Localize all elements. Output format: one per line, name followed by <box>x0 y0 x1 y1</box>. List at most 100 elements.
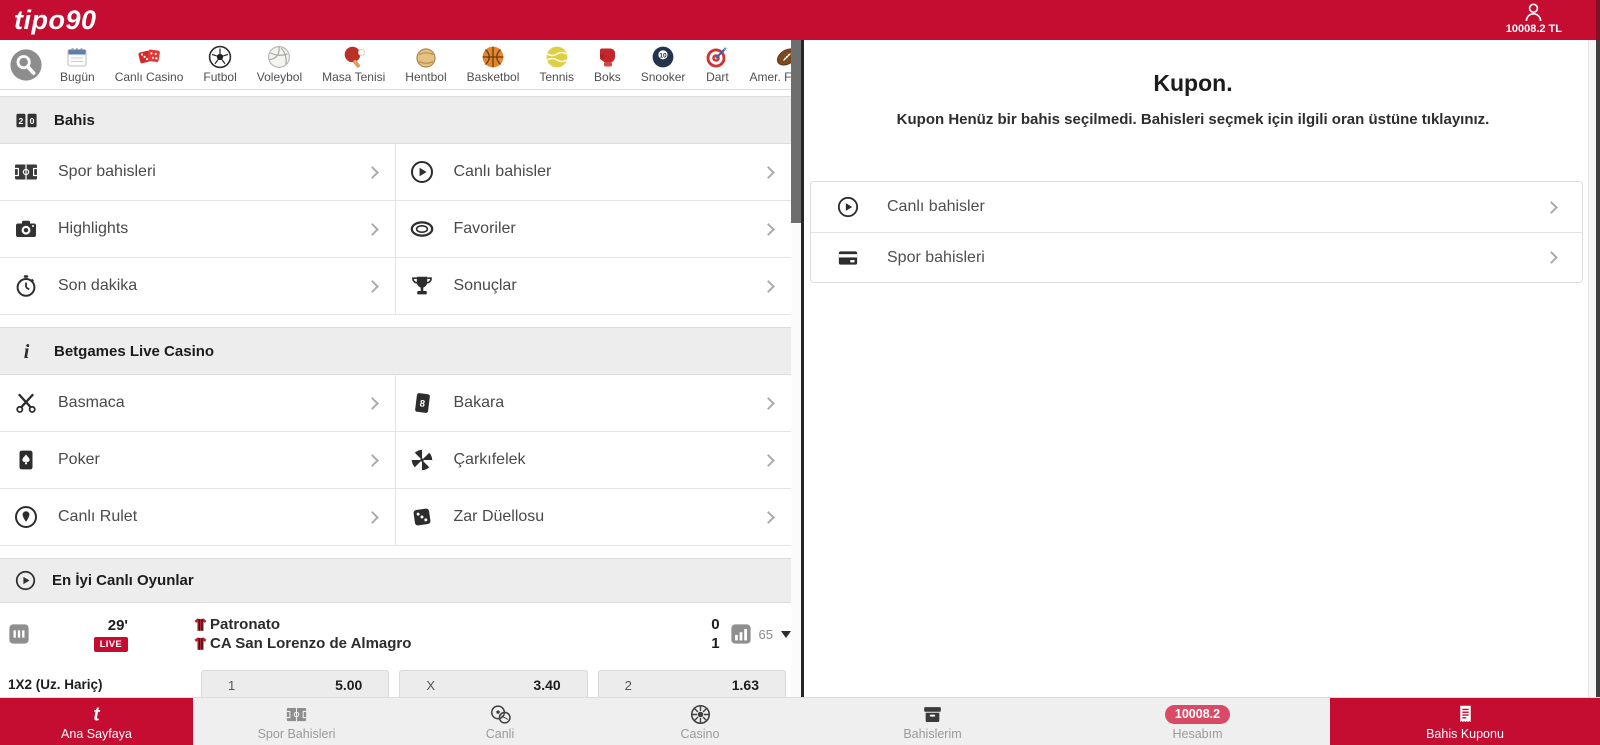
away-jersey-icon <box>194 636 207 651</box>
nav-casino[interactable]: Casino <box>600 698 800 745</box>
odd-button-1[interactable]: 15.00 <box>201 670 389 700</box>
menu-sections: 20BahisSpor bahisleriCanlı bahislerHighl… <box>0 96 791 558</box>
menu-item-highlights[interactable]: Highlights <box>0 201 396 258</box>
boxing-icon <box>595 45 619 69</box>
coupon-links-card: Canlı bahislerSpor bahisleri <box>810 181 1583 283</box>
left-scrollbar-thumb[interactable] <box>791 40 801 223</box>
sport-hentbol[interactable]: Hentbol <box>395 45 456 84</box>
chevron-right-icon <box>762 280 775 293</box>
coupon-empty-message: Kupon Henüz bir bahis seçilmedi. Bahisle… <box>810 111 1576 128</box>
cardticket-icon <box>837 247 859 269</box>
stopwatch-icon <box>14 274 38 298</box>
scissors-icon <box>14 391 38 415</box>
match-minute: 29' <box>30 617 128 634</box>
away-score: 1 <box>680 634 720 653</box>
soccer-icon <box>208 45 232 69</box>
menu-item-ark-felek[interactable]: Çarkıfelek <box>396 432 792 489</box>
menu-item-canl-bahisler[interactable]: Canlı bahisler <box>396 144 792 201</box>
chevron-right-icon <box>1545 201 1558 214</box>
top-header: tipo90 10008.2 TL <box>0 0 1600 40</box>
cardspade-icon <box>14 448 38 472</box>
roulette-icon <box>14 505 38 529</box>
away-team-name: CA San Lorenzo de Almagro <box>210 635 411 652</box>
chevron-right-icon <box>366 511 379 524</box>
sports-bar: BugünCanlı CasinoFutbolVoleybolMasa Teni… <box>0 40 801 90</box>
chevron-right-icon <box>366 166 379 179</box>
live-games-title: En İyi Canlı Oyunlar <box>52 572 194 589</box>
odd-button-2[interactable]: 21.63 <box>598 670 786 700</box>
tlogo-icon: t <box>86 704 107 725</box>
receipt-icon <box>1455 704 1476 725</box>
sport-tennis[interactable]: Tennis <box>529 45 584 84</box>
camera-icon <box>14 217 38 241</box>
account-button[interactable]: 10008.2 TL <box>1506 1 1562 35</box>
odd-button-x[interactable]: X3.40 <box>399 670 587 700</box>
chevron-right-icon <box>366 454 379 467</box>
wheel-icon <box>410 448 434 472</box>
chevron-right-icon <box>762 397 775 410</box>
menu-item-bakara[interactable]: 8Bakara <box>396 375 792 432</box>
match-time: 29' LIVE <box>30 617 130 652</box>
stats-icon[interactable] <box>730 623 752 645</box>
info-icon: i <box>15 340 38 363</box>
match-row[interactable]: 29' LIVE Patronato CA San Lorenzo de Alm… <box>0 603 791 665</box>
search-icon[interactable] <box>9 48 43 82</box>
menu-item-poker[interactable]: Poker <box>0 432 396 489</box>
home-jersey-icon <box>194 617 207 632</box>
casinowheel-icon <box>690 704 711 725</box>
menu-item-son-dakika[interactable]: Son dakika <box>0 258 396 315</box>
coupon-link-spor-bahisleri[interactable]: Spor bahisleri <box>811 232 1582 282</box>
nav-hesab-m[interactable]: 10008.2Hesabım <box>1065 698 1330 745</box>
play-icon <box>410 160 434 184</box>
user-icon <box>1522 1 1545 24</box>
sport-canl-casino[interactable]: Canlı Casino <box>105 45 194 84</box>
sport-futbol[interactable]: Futbol <box>193 45 246 84</box>
chevron-right-icon <box>366 223 379 236</box>
chevron-right-icon <box>366 397 379 410</box>
handball-icon <box>414 45 438 69</box>
svg-text:10: 10 <box>659 52 667 59</box>
coupon-title: Kupon. <box>810 70 1576 97</box>
market-label: 1X2 (Uz. Hariç) <box>8 670 201 700</box>
sport-bug-n[interactable]: Bugün <box>50 45 105 84</box>
coupon-link-canl-bahisler[interactable]: Canlı bahisler <box>811 182 1582 232</box>
menu-item-canl-rulet[interactable]: Canlı Rulet <box>0 489 396 546</box>
home-score: 0 <box>680 615 720 634</box>
trophy-icon <box>410 274 434 298</box>
caret-down-icon[interactable] <box>781 631 791 643</box>
balls-icon <box>490 704 511 725</box>
nav-bahislerim[interactable]: Bahislerim <box>800 698 1065 745</box>
archive-icon <box>922 704 943 725</box>
nav-bahis-kuponu[interactable]: Bahis Kuponu <box>1330 698 1600 745</box>
nav-spor-bahisleri[interactable]: Spor Bahisleri <box>193 698 400 745</box>
section-header-live-games: En İyi Canlı Oyunlar <box>0 558 791 603</box>
menu-item-favoriler[interactable]: Favoriler <box>396 201 792 258</box>
section-header-bahis: 20Bahis <box>0 96 791 144</box>
balance-badge: 10008.2 <box>1165 705 1230 724</box>
pitchgray-icon <box>286 704 307 725</box>
section-header-betgames: iBetgames Live Casino <box>0 327 791 375</box>
play-circle-icon <box>15 570 36 591</box>
home-team-name: Patronato <box>210 616 280 633</box>
nav-canli[interactable]: Canli <box>400 698 600 745</box>
match-teams: Patronato CA San Lorenzo de Almagro <box>194 615 680 653</box>
menu-item-zar-d-ellosu[interactable]: Zar Düellosu <box>396 489 792 546</box>
sport-snooker[interactable]: 10Snooker <box>631 45 696 84</box>
sport-dart[interactable]: Dart <box>695 45 739 84</box>
chevron-right-icon <box>762 511 775 524</box>
nav-ana-sayfaya[interactable]: tAna Sayfaya <box>0 698 193 745</box>
sport-masa-tenisi[interactable]: Masa Tenisi <box>312 45 395 84</box>
menu-item-sonu-lar[interactable]: Sonuçlar <box>396 258 792 315</box>
match-score: 0 1 <box>680 615 720 653</box>
menu-item-basmaca[interactable]: Basmaca <box>0 375 396 432</box>
menu-item-spor-bahisleri[interactable]: Spor bahisleri <box>0 144 396 201</box>
card8-icon: 8 <box>410 391 434 415</box>
sport-voleybol[interactable]: Voleybol <box>247 45 312 84</box>
sport-boks[interactable]: Boks <box>584 45 631 84</box>
chevron-right-icon <box>762 454 775 467</box>
sport-basketbol[interactable]: Basketbol <box>457 45 530 84</box>
live-match-card: 29' LIVE Patronato CA San Lorenzo de Alm… <box>0 603 791 700</box>
play-icon <box>837 196 859 218</box>
svg-text:t: t <box>93 704 101 724</box>
tipo90-logo[interactable]: tipo90 <box>14 5 97 36</box>
